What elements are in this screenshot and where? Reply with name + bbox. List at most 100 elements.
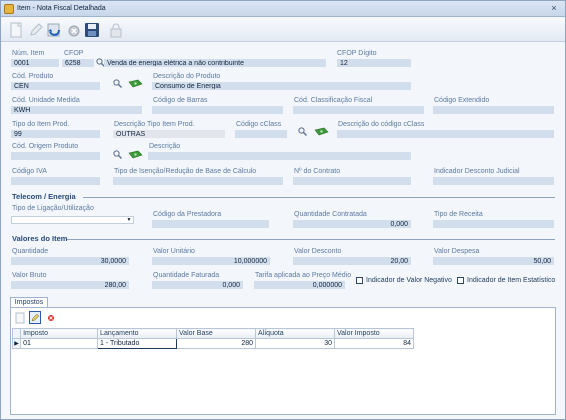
table-row[interactable]: ▶ 01 1 - Tributado 280 30 84 — [11, 338, 414, 349]
codigo-barras-label: Código de Barras — [153, 97, 208, 104]
valor-desconto-field[interactable]: 20,00 — [293, 257, 411, 265]
quantidade-contratada-label: Quantidade Contratada — [294, 211, 367, 218]
item-estatistico-checkbox[interactable] — [457, 277, 464, 284]
lock-icon[interactable] — [107, 21, 125, 39]
valor-unitario-label: Valor Unitário — [153, 248, 195, 255]
app-icon — [4, 4, 14, 14]
codigo-prestadora-label: Código da Prestadora — [153, 211, 222, 218]
impostos-grid: Imposto Lançamento Valor Base Alíquota V… — [11, 328, 414, 349]
telecom-section-title: Telecom / Energia — [12, 192, 76, 201]
tipo-item-field[interactable]: 99 — [11, 130, 100, 138]
quantidade-label: Quantidade — [12, 248, 49, 255]
valor-despesa-label: Valor Despesa — [434, 248, 480, 255]
descricao-label: Descrição — [149, 143, 181, 150]
origem-search-icon[interactable] — [113, 150, 122, 159]
tipo-receita-field[interactable] — [433, 220, 554, 228]
add-row-icon[interactable] — [14, 311, 26, 324]
codigo-extendido-field[interactable] — [433, 106, 554, 114]
row-indicator-icon: ▶ — [11, 338, 22, 349]
num-item-field[interactable]: 0001 — [11, 59, 59, 67]
cfop-digito-field[interactable]: 12 — [337, 59, 411, 67]
tipo-isencao-label: Tipo de Isenção/Redução de Base de Cálcu… — [114, 168, 257, 175]
cfop-digito-label: CFOP Dígito — [337, 50, 377, 57]
edit-row-icon[interactable] — [29, 311, 41, 324]
col-aliquota[interactable]: Alíquota — [255, 328, 335, 339]
cod-produto-label: Cód. Produto — [12, 73, 54, 80]
col-imposto[interactable]: Imposto — [20, 328, 99, 339]
cancel-icon[interactable] — [65, 21, 83, 39]
quantidade-contratada-field[interactable]: 0,000 — [293, 220, 411, 228]
codigo-iva-field[interactable] — [11, 177, 100, 185]
tipo-receita-label: Tipo de Receita — [434, 211, 483, 218]
cell-valor-imposto[interactable]: 84 — [334, 338, 414, 349]
num-item-label: Núm. Item — [12, 50, 45, 57]
descricao-field — [148, 152, 411, 160]
classificacao-fiscal-field[interactable] — [293, 106, 424, 114]
desc-cclass-label: Descrição do código cClass — [338, 121, 425, 128]
cclass-label: Código cClass — [236, 121, 282, 128]
col-valor-base[interactable]: Valor Base — [176, 328, 257, 339]
item-estatistico-label: Indicador de Item Estatístico — [467, 277, 556, 284]
telecom-divider — [83, 197, 555, 198]
desconto-judicial-field[interactable] — [433, 177, 554, 185]
valores-section-title: Valores do Item — [12, 234, 68, 243]
tipo-ligacao-label: Tipo de Ligação/Utilização — [12, 205, 94, 212]
item-window: Item - Nota Fiscal Detalhada × Núm. Item… — [0, 0, 566, 420]
valor-negativo-label: Indicador de Valor Negativo — [366, 277, 452, 284]
delete-row-icon[interactable] — [45, 311, 57, 324]
unidade-medida-field[interactable]: KWH — [11, 106, 142, 114]
window-title: Item - Nota Fiscal Detalhada — [17, 5, 106, 12]
cell-valor-base[interactable]: 280 — [176, 338, 257, 349]
cell-aliquota[interactable]: 30 — [255, 338, 335, 349]
grid-toolbar — [12, 311, 412, 325]
quantidade-faturada-label: Quantidade Faturada — [153, 272, 220, 279]
edit-icon[interactable] — [27, 21, 45, 39]
numero-contrato-label: Nº do Contrato — [294, 168, 341, 175]
valor-negativo-checkbox[interactable] — [356, 277, 363, 284]
quantidade-faturada-field[interactable]: 0,000 — [152, 281, 243, 289]
save-icon[interactable] — [83, 21, 101, 39]
cclass-money-icon[interactable] — [314, 127, 329, 136]
close-button[interactable]: × — [547, 3, 561, 14]
chevron-down-icon[interactable]: ▼ — [125, 216, 133, 224]
col-valor-imposto[interactable]: Valor Imposto — [334, 328, 414, 339]
valor-bruto-label: Valor Bruto — [12, 272, 47, 279]
codigo-iva-label: Código IVA — [12, 168, 47, 175]
desconto-judicial-label: Indicador Desconto Judicial — [434, 168, 520, 175]
produto-money-icon[interactable] — [128, 79, 143, 88]
origem-money-icon[interactable] — [128, 150, 143, 159]
valor-unitario-field[interactable]: 10,000000 — [152, 257, 270, 265]
col-lancamento[interactable]: Lançamento — [97, 328, 178, 339]
title-bar: Item - Nota Fiscal Detalhada × — [1, 1, 565, 17]
cfop-label: CFOP — [64, 50, 84, 57]
cod-produto-field[interactable]: CEN — [11, 82, 100, 90]
unidade-medida-label: Cód. Unidade Medida — [12, 97, 80, 104]
cfop-description-field: Venda de energia elétrica a não contribu… — [104, 59, 326, 67]
undo-icon[interactable] — [45, 21, 63, 39]
desc-tipo-item-label: Descrição Tipo Item Prod. — [114, 121, 195, 128]
origem-produto-field[interactable] — [11, 152, 100, 160]
tipo-item-label: Tipo do Item Prod. — [12, 121, 70, 128]
valor-bruto-field: 280,00 — [11, 281, 129, 289]
row-header-corner — [11, 328, 22, 339]
cell-lancamento[interactable]: 1 - Tributado — [97, 338, 178, 349]
toolbar — [1, 18, 565, 42]
codigo-barras-field[interactable] — [152, 106, 283, 114]
produto-search-icon[interactable] — [113, 79, 122, 88]
valor-despesa-field[interactable]: 50,00 — [433, 257, 554, 265]
quantidade-field[interactable]: 30,0000 — [11, 257, 129, 265]
codigo-prestadora-field[interactable] — [152, 220, 269, 228]
tipo-isencao-field[interactable] — [113, 177, 283, 185]
new-icon[interactable] — [7, 21, 25, 39]
cclass-search-icon[interactable] — [298, 127, 307, 136]
numero-contrato-field[interactable] — [293, 177, 411, 185]
tarifa-field[interactable]: 0,000000 — [254, 281, 345, 289]
cclass-field[interactable] — [235, 130, 287, 138]
codigo-extendido-label: Código Extendido — [434, 97, 490, 104]
tipo-ligacao-select[interactable] — [11, 216, 134, 224]
valor-desconto-label: Valor Desconto — [294, 248, 342, 255]
cfop-field[interactable]: 6258 — [62, 59, 94, 67]
cell-imposto[interactable]: 01 — [20, 338, 99, 349]
tarifa-label: Tarifa aplicada ao Preço Médio — [255, 272, 352, 279]
desc-produto-label: Descrição do Produto — [153, 73, 221, 80]
